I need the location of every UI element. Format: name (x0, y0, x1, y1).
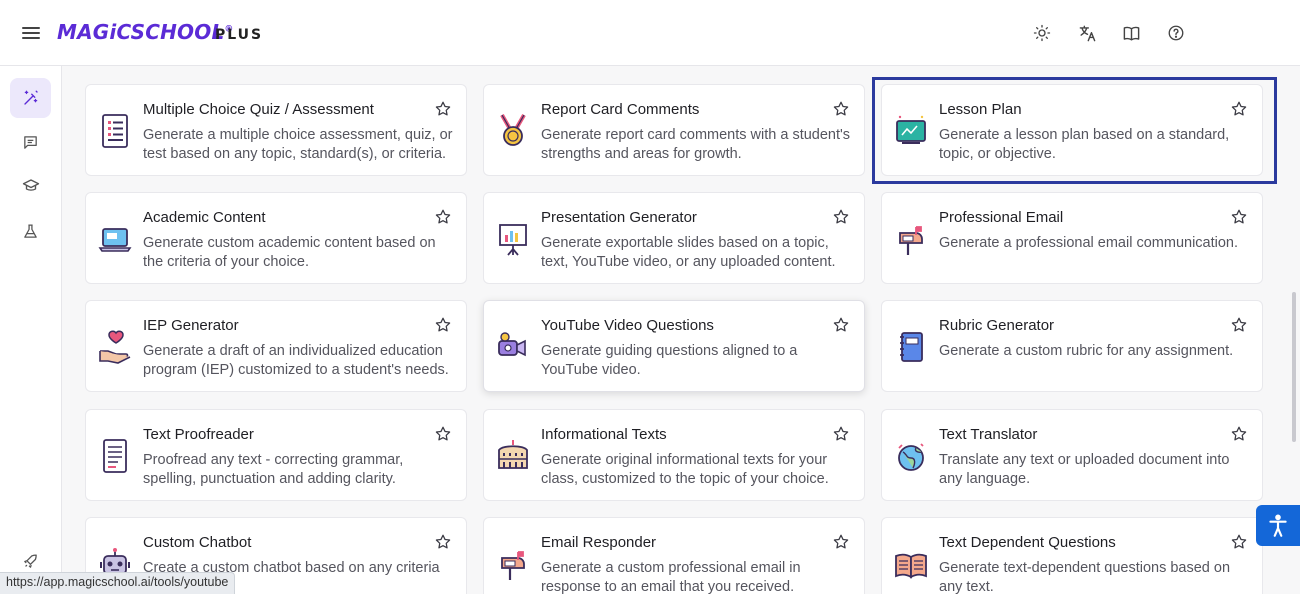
favorite-star-icon[interactable] (434, 425, 452, 443)
tool-card[interactable]: Lesson Plan Generate a lesson plan based … (881, 84, 1263, 176)
tool-card[interactable]: Report Card Comments Generate report card… (483, 84, 865, 176)
favorite-star-icon[interactable] (434, 100, 452, 118)
accessibility-button[interactable] (1256, 505, 1300, 546)
logo[interactable]: MAGiCSCHOOL® (57, 20, 234, 44)
favorite-star-icon[interactable] (434, 208, 452, 226)
tool-card-title: Academic Content (143, 209, 266, 226)
favorite-star-icon[interactable] (832, 425, 850, 443)
colosseum-icon (496, 436, 530, 476)
tool-card-title: Text Proofreader (143, 426, 254, 443)
tool-card-description: Generate exportable slides based on a to… (541, 235, 836, 270)
tool-card-description: Generate custom academic content based o… (143, 235, 436, 270)
mailbox-icon (496, 544, 530, 584)
tool-card-title: Presentation Generator (541, 209, 697, 226)
book-icon[interactable] (1120, 22, 1142, 44)
tool-card[interactable]: Email Responder Generate a custom profess… (483, 517, 865, 594)
sun-icon[interactable] (1031, 22, 1053, 44)
favorite-star-icon[interactable] (1230, 425, 1248, 443)
tool-card[interactable]: Text Dependent Questions Generate text-de… (881, 517, 1263, 594)
laptop-icon (98, 219, 132, 259)
tool-card-title: Lesson Plan (939, 101, 1022, 118)
notebook-icon (894, 327, 928, 367)
favorite-star-icon[interactable] (1230, 208, 1248, 226)
tool-card[interactable]: YouTube Video Questions Generate guiding … (483, 300, 865, 392)
tool-card[interactable]: Professional Email Generate a professiona… (881, 192, 1263, 284)
tool-card-title: Professional Email (939, 209, 1064, 226)
video-camera-icon (496, 327, 530, 367)
favorite-star-icon[interactable] (832, 533, 850, 551)
tool-card[interactable]: Rubric Generator Generate a custom rubric… (881, 300, 1263, 392)
heart-hand-icon (98, 327, 132, 367)
tool-card[interactable]: Text Proofreader Proofread any text - cor… (85, 409, 467, 501)
scrollbar[interactable] (1292, 292, 1296, 442)
favorite-star-icon[interactable] (832, 100, 850, 118)
tool-card[interactable]: Informational Texts Generate original inf… (483, 409, 865, 501)
favorite-star-icon[interactable] (1230, 533, 1248, 551)
tool-card-description: Generate guiding questions aligned to a … (541, 343, 798, 378)
open-book-icon (894, 544, 928, 584)
tool-card-title: Email Responder (541, 534, 657, 551)
tool-card-description: Generate text-dependent questions based … (939, 560, 1231, 594)
favorite-star-icon[interactable] (1230, 100, 1248, 118)
tool-card-description: Generate a custom rubric for any assignm… (939, 343, 1234, 359)
tool-card-description: Generate a lesson plan based on a standa… (939, 127, 1230, 162)
mailbox-icon (894, 219, 928, 259)
tool-card-title: Custom Chatbot (143, 534, 252, 551)
chat-icon[interactable] (10, 122, 51, 162)
tool-card-description: Generate a professional email communicat… (939, 235, 1239, 251)
favorite-star-icon[interactable] (1230, 316, 1248, 334)
tool-card-description: Generate a draft of an individualized ed… (143, 343, 449, 378)
graduation-cap-icon[interactable] (10, 166, 51, 206)
chalkboard-icon (894, 111, 928, 151)
presentation-icon (496, 219, 530, 259)
favorite-star-icon[interactable] (434, 533, 452, 551)
top-header: MAGiCSCHOOL® PLUS (0, 0, 1300, 66)
magic-wand-icon[interactable] (10, 78, 51, 118)
tool-card-description: Generate report card comments with a stu… (541, 127, 851, 162)
flask-icon[interactable] (10, 211, 51, 251)
tool-card-title: Text Translator (939, 426, 1038, 443)
help-icon[interactable] (1165, 22, 1187, 44)
quiz-icon (98, 111, 132, 151)
globe-icon (894, 436, 928, 476)
favorite-star-icon[interactable] (832, 316, 850, 334)
favorite-star-icon[interactable] (832, 208, 850, 226)
tool-card[interactable]: IEP Generator Generate a draft of an indi… (85, 300, 467, 392)
plan-label: PLUS (215, 27, 264, 43)
accessibility-icon (1269, 514, 1287, 537)
menu-icon[interactable] (22, 24, 40, 42)
tool-card-description: Generate a custom professional email in … (541, 560, 801, 594)
tool-card-title: IEP Generator (143, 317, 239, 334)
tool-card[interactable]: Multiple Choice Quiz / Assessment Generat… (85, 84, 467, 176)
document-icon (98, 436, 132, 476)
status-url: https://app.magicschool.ai/tools/youtube (0, 572, 236, 594)
tool-card-title: Rubric Generator (939, 317, 1055, 334)
tool-card[interactable]: Presentation Generator Generate exportabl… (483, 192, 865, 284)
tool-card-title: Informational Texts (541, 426, 667, 443)
tool-card-title: YouTube Video Questions (541, 317, 714, 334)
tool-card-description: Generate a multiple choice assessment, q… (143, 127, 453, 162)
translate-icon[interactable] (1076, 22, 1098, 44)
favorite-star-icon[interactable] (434, 316, 452, 334)
medal-icon (496, 111, 530, 151)
tool-card[interactable]: Academic Content Generate custom academic… (85, 192, 467, 284)
tool-card-description: Translate any text or uploaded document … (939, 452, 1230, 487)
sidebar (0, 66, 62, 594)
tool-card-title: Text Dependent Questions (939, 534, 1116, 551)
tool-card-title: Multiple Choice Quiz / Assessment (143, 101, 374, 118)
tool-card[interactable]: Text Translator Translate any text or upl… (881, 409, 1263, 501)
tool-card-description: Proofread any text - correcting grammar,… (143, 452, 404, 487)
tool-card-description: Generate original informational texts fo… (541, 452, 829, 487)
tool-card-title: Report Card Comments (541, 101, 700, 118)
